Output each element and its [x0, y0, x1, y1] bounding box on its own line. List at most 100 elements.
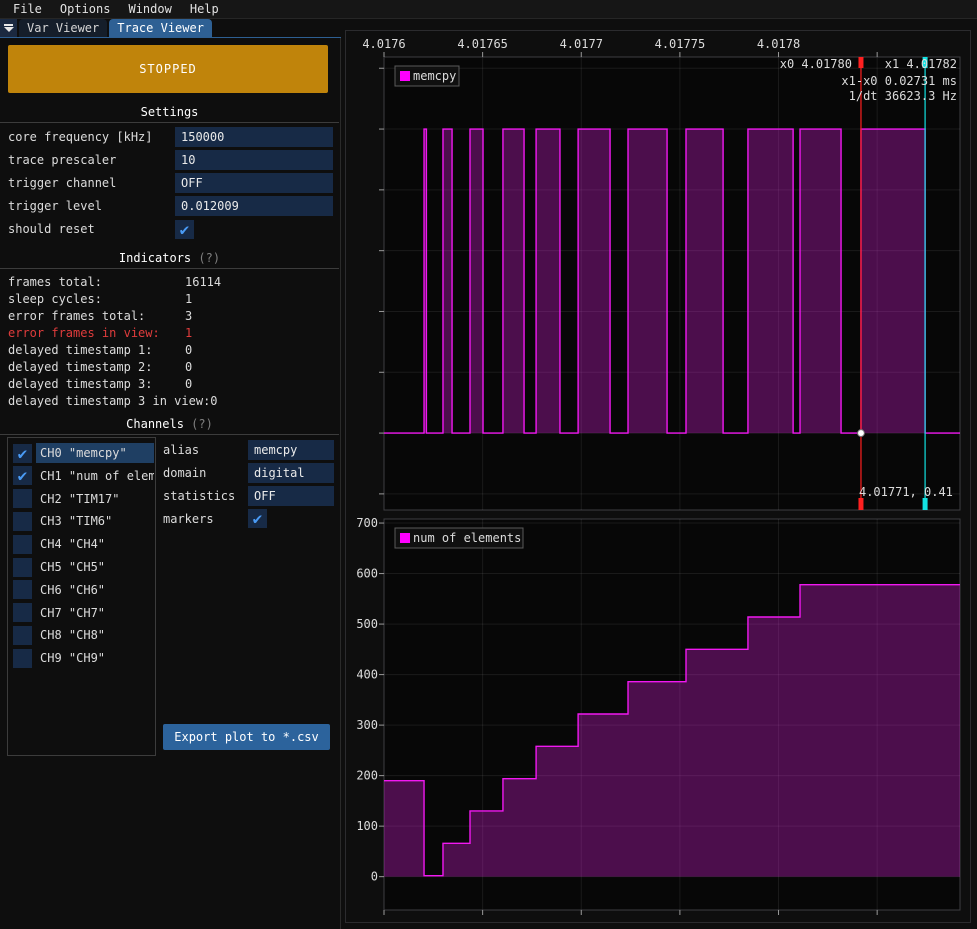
indicator-row: delayed timestamp 1:0: [8, 342, 192, 358]
channel-label[interactable]: CH1 "num of elements": [36, 466, 154, 486]
channel-checkbox-ch0[interactable]: ✔: [13, 444, 32, 463]
channel-checkbox-ch2[interactable]: [13, 489, 32, 508]
channel-label[interactable]: CH2 "TIM17": [36, 489, 154, 509]
check-icon: ✔: [253, 509, 263, 528]
property-label-markers: markers: [163, 509, 214, 529]
setting-label: trigger channel: [8, 173, 116, 193]
channel-checkbox-ch7[interactable]: [13, 603, 32, 622]
channel-row-ch7[interactable]: CH7 "CH7": [13, 603, 154, 623]
channel-row-ch1[interactable]: ✔ CH1 "num of elements": [13, 466, 154, 486]
channel-row-ch3[interactable]: CH3 "TIM6": [13, 511, 154, 531]
channel-label[interactable]: CH7 "CH7": [36, 603, 154, 623]
indicators-header: Indicators (?): [0, 251, 339, 265]
channel-label[interactable]: CH3 "TIM6": [36, 511, 154, 531]
channel-row-ch4[interactable]: CH4 "CH4": [13, 534, 154, 554]
channel-label[interactable]: CH9 "CH9": [36, 648, 154, 668]
channel-label[interactable]: CH6 "CH6": [36, 580, 154, 600]
separator: [0, 122, 339, 123]
setting-label: core frequency [kHz]: [8, 127, 153, 147]
hover-tooltip: 4.01771, 0.41: [859, 485, 953, 499]
tab-trace-viewer[interactable]: Trace Viewer: [109, 19, 212, 37]
marker-x1-handle-bottom[interactable]: [923, 498, 928, 510]
menu-help[interactable]: Help: [181, 2, 228, 16]
x-tick-label: 4.0176: [362, 37, 405, 51]
setting-input-trigger-channel[interactable]: OFF: [175, 173, 333, 193]
channel-label[interactable]: CH8 "CH8": [36, 625, 154, 645]
indicator-value: 3: [185, 309, 192, 323]
indicator-row: error frames in view:1: [8, 325, 192, 341]
setting-label: should reset: [8, 219, 95, 239]
channel-row-ch0[interactable]: ✔CH0 "memcpy": [13, 443, 154, 463]
indicator-value: 0: [210, 394, 217, 408]
menu-window[interactable]: Window: [119, 2, 180, 16]
channel-row-ch5[interactable]: CH5 "CH5": [13, 557, 154, 577]
check-icon: ✔: [180, 220, 190, 239]
hover-point: [858, 430, 865, 437]
tab-bar: Var ViewerTrace Viewer: [0, 19, 341, 38]
indicator-value: 16114: [185, 275, 221, 289]
indicator-row: delayed timestamp 3:0: [8, 376, 192, 392]
elements-legend-swatch[interactable]: [400, 533, 410, 543]
channel-checkbox-ch9[interactable]: [13, 649, 32, 668]
marker-x0-label: x0 4.01780: [780, 57, 852, 71]
y-tick-label: 600: [356, 567, 378, 581]
channel-row-ch8[interactable]: CH8 "CH8": [13, 625, 154, 645]
channel-row-ch6[interactable]: CH6 "CH6": [13, 580, 154, 600]
channel-checkbox-ch1[interactable]: ✔: [13, 466, 32, 485]
plots-canvas: 4.01764.017654.01774.017754.0178x0 4.017…: [345, 25, 977, 929]
settings-header: Settings: [0, 105, 339, 119]
channel-checkbox-ch4[interactable]: [13, 535, 32, 554]
property-input-statistics[interactable]: OFF: [248, 486, 334, 506]
channel-checkbox-ch6[interactable]: [13, 580, 32, 599]
channel-checkbox-ch5[interactable]: [13, 558, 32, 577]
elements-legend-label: num of elements: [413, 531, 521, 545]
setting-label: trace prescaler: [8, 150, 116, 170]
indicator-value: 1: [185, 326, 192, 340]
setting-label: trigger level: [8, 196, 102, 216]
stop-button[interactable]: STOPPED: [8, 45, 328, 93]
channel-checkbox-ch3[interactable]: [13, 512, 32, 531]
tab-list-chevron-icon[interactable]: [0, 19, 17, 37]
indicator-label: frames total:: [8, 274, 185, 290]
property-label-alias: alias: [163, 440, 199, 460]
indicator-value: 1: [185, 292, 192, 306]
property-input-domain[interactable]: digital: [248, 463, 334, 483]
setting-input-trigger-level[interactable]: 0.012009: [175, 196, 333, 216]
y-tick-label: 200: [356, 769, 378, 783]
indicator-row: frames total:16114: [8, 274, 221, 290]
tab-var-viewer[interactable]: Var Viewer: [19, 19, 107, 37]
panel-divider[interactable]: [340, 38, 341, 929]
export-csv-button[interactable]: Export plot to *.csv: [163, 724, 330, 750]
channel-listbox[interactable]: ✔CH0 "memcpy"✔CH1 "num of elements"CH2 "…: [7, 437, 156, 756]
channel-label[interactable]: CH0 "memcpy": [36, 443, 154, 463]
property-label-statistics: statistics: [163, 486, 235, 506]
indicator-label: sleep cycles:: [8, 291, 185, 307]
indicator-row: error frames total:3: [8, 308, 192, 324]
menu-bar: FileOptionsWindowHelp: [0, 0, 977, 19]
memcpy-legend-swatch[interactable]: [400, 71, 410, 81]
channel-checkbox-ch8[interactable]: [13, 626, 32, 645]
y-tick-label: 300: [356, 718, 378, 732]
indicator-label: error frames total:: [8, 308, 185, 324]
property-checkbox-markers[interactable]: ✔: [248, 509, 267, 528]
check-icon: ✔: [18, 466, 28, 485]
channel-label[interactable]: CH5 "CH5": [36, 557, 154, 577]
property-label-domain: domain: [163, 463, 206, 483]
marker-frequency-label: 1/dt 36623.3 Hz: [849, 89, 957, 103]
channel-label[interactable]: CH4 "CH4": [36, 534, 154, 554]
channel-row-ch9[interactable]: CH9 "CH9": [13, 648, 154, 668]
setting-input-trace-prescaler[interactable]: 10: [175, 150, 333, 170]
menu-options[interactable]: Options: [51, 2, 120, 16]
menu-file[interactable]: File: [4, 2, 51, 16]
setting-checkbox-should-reset[interactable]: ✔: [175, 220, 194, 239]
channel-row-ch2[interactable]: CH2 "TIM17": [13, 489, 154, 509]
x-tick-label: 4.01765: [457, 37, 508, 51]
indicator-label: delayed timestamp 1:: [8, 342, 185, 358]
indicator-value: 0: [185, 377, 192, 391]
property-input-alias[interactable]: memcpy: [248, 440, 334, 460]
marker-x0-handle-top[interactable]: [858, 57, 863, 68]
y-tick-label: 0: [371, 870, 378, 884]
marker-x0-handle-bottom[interactable]: [858, 498, 863, 510]
setting-input-core-frequency-kHz-[interactable]: 150000: [175, 127, 333, 147]
memcpy-legend-label: memcpy: [413, 69, 456, 83]
